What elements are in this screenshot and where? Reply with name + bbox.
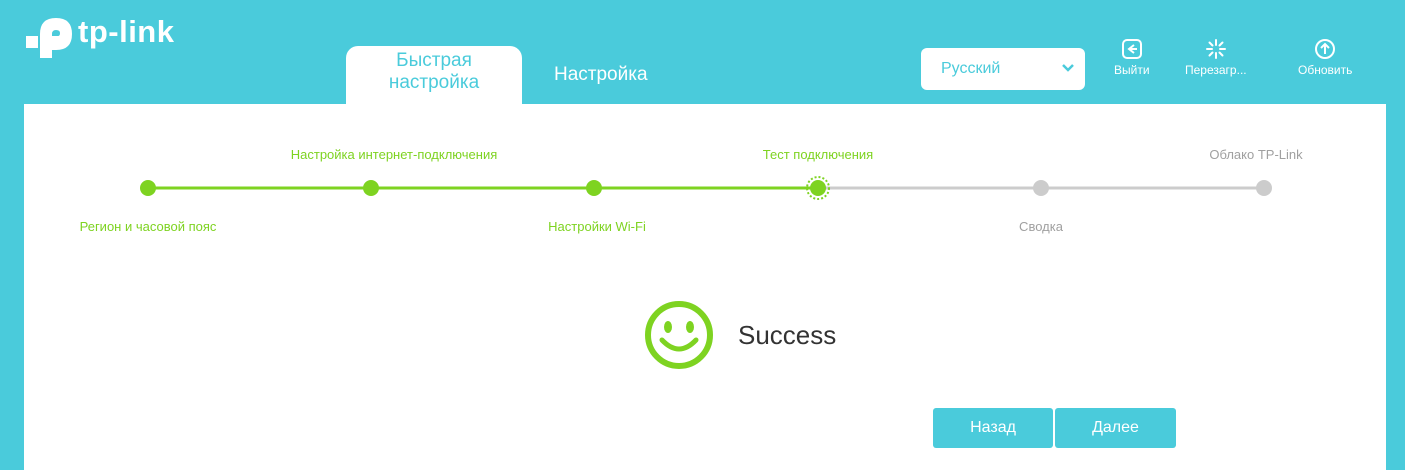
reboot-icon (1205, 39, 1226, 59)
reboot-button[interactable]: Перезагр... (1185, 38, 1247, 77)
update-button[interactable]: Обновить (1298, 38, 1352, 77)
step-label-wifi: Настройки Wi-Fi (548, 219, 646, 234)
reboot-label: Перезагр... (1185, 63, 1247, 77)
progress-track (140, 176, 1272, 200)
step-label-summary: Сводка (1019, 219, 1063, 234)
tp-link-logo-icon (26, 18, 72, 58)
logout-label: Выйти (1114, 63, 1150, 77)
logout-icon (1121, 39, 1142, 59)
result-text: Success (738, 319, 837, 350)
header-bar: tp-link Быстрая настройка Настройка Русс… (0, 0, 1405, 104)
smiley-icon (645, 301, 713, 369)
language-selected-value: Русский (941, 60, 1001, 77)
step-dot-1 (140, 180, 156, 196)
step-dot-5 (1033, 180, 1049, 196)
step-label-cloud: Облако TP-Link (1209, 147, 1303, 162)
logo-text: tp-link (78, 14, 175, 49)
tab-quick-setup-line2: настройка (388, 72, 480, 93)
logout-button[interactable]: Выйти (1114, 38, 1150, 77)
tp-link-logo: tp-link (24, 10, 175, 60)
step-dot-3 (586, 180, 602, 196)
language-select[interactable]: Русский (921, 48, 1085, 90)
wizard-progress: Регион и часовой пояс Настройка интернет… (24, 104, 1386, 254)
step-dot-6 (1256, 180, 1272, 196)
result-message: Success (644, 300, 836, 370)
next-button[interactable]: Далее (1055, 408, 1176, 448)
tab-quick-setup[interactable]: Быстрая настройка (346, 46, 522, 104)
step-label-test: Тест подключения (762, 147, 874, 162)
tab-settings[interactable]: Настройка (554, 64, 648, 86)
back-button[interactable]: Назад (933, 408, 1053, 448)
step-label-region: Регион и часовой пояс (79, 219, 217, 234)
update-label: Обновить (1298, 63, 1353, 77)
step-dot-4 (810, 180, 826, 196)
update-icon (1315, 39, 1336, 59)
tab-quick-setup-line1: Быстрая (396, 50, 472, 71)
main-content: Регион и часовой пояс Настройка интернет… (24, 104, 1386, 470)
step-label-internet: Настройка интернет-подключения (290, 147, 498, 162)
chevron-down-icon (1062, 64, 1074, 72)
step-dot-2 (363, 180, 379, 196)
